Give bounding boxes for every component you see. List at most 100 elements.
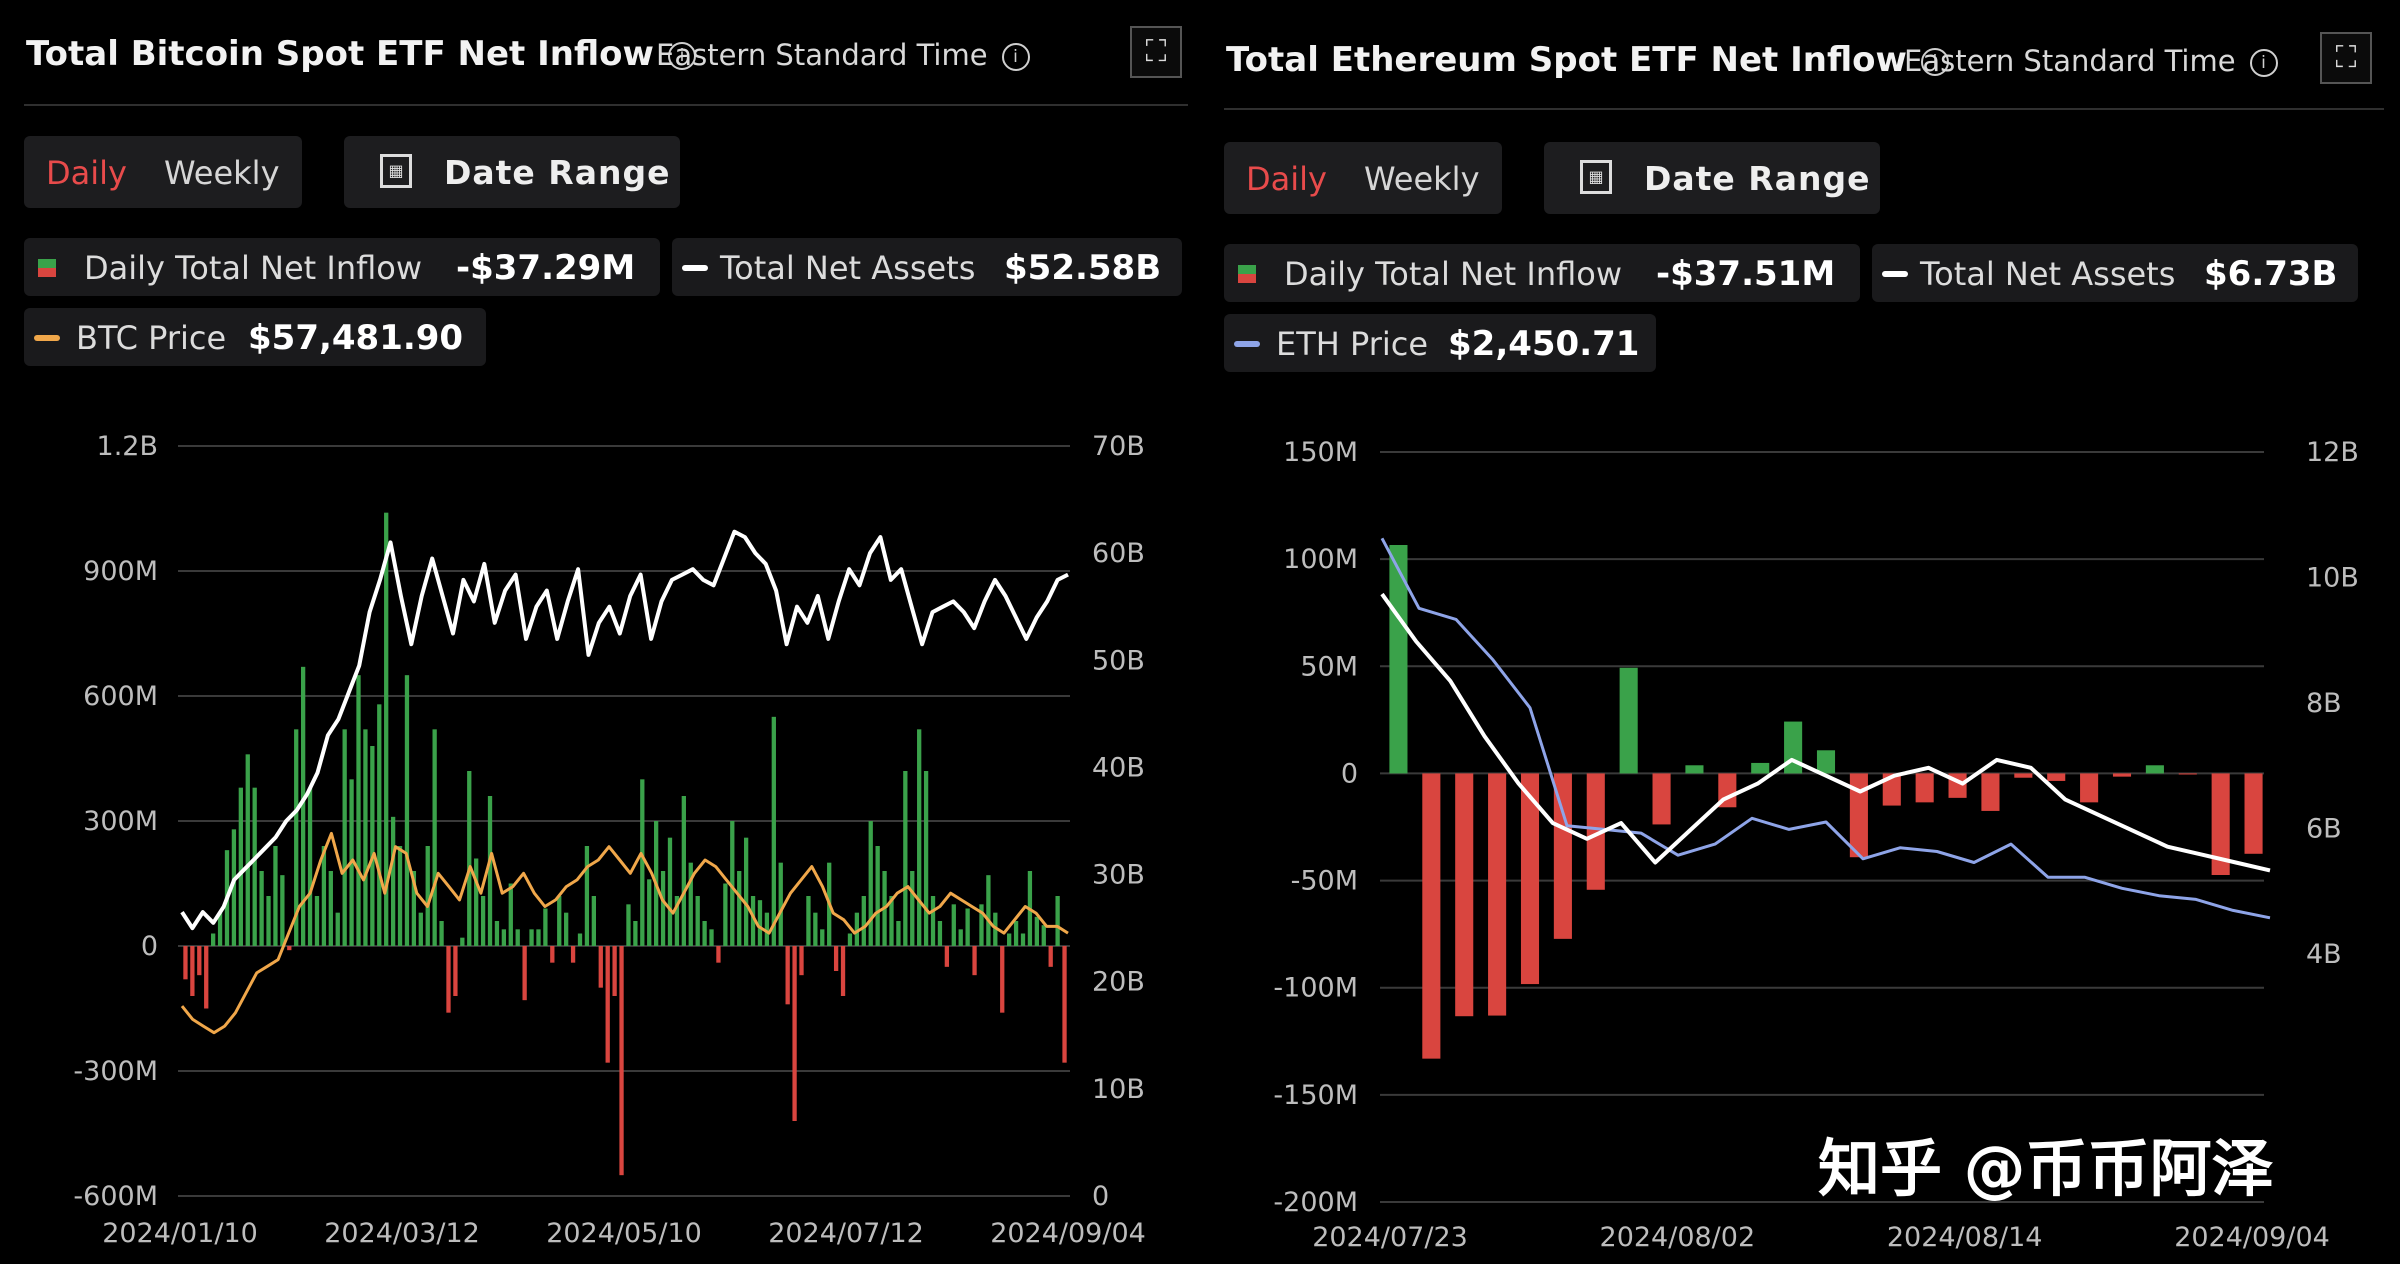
flow-bar <box>522 946 527 1001</box>
flow-bar <box>536 929 541 946</box>
flow-bar <box>647 879 652 946</box>
flow-bar <box>460 937 465 946</box>
flow-bar <box>1020 933 1026 946</box>
flow-bar <box>681 796 686 946</box>
flow-bar <box>1048 946 1053 967</box>
flow-bar <box>557 896 562 946</box>
flow-bar <box>868 821 873 946</box>
flow-bar <box>543 908 548 946</box>
flow-bar <box>1034 916 1039 946</box>
flow-bar <box>605 946 610 1063</box>
flow-bar <box>2112 773 2132 777</box>
y-right-tick-label: 50B <box>1092 645 1145 676</box>
flow-bar <box>183 946 188 980</box>
flow-bar <box>958 929 963 946</box>
flow-bar <box>432 729 437 946</box>
flow-bar <box>570 946 576 963</box>
flow-bar <box>1981 773 2000 811</box>
y-right-tick-label: 60B <box>1092 538 1145 569</box>
flow-bar <box>1455 773 1474 1017</box>
flow-bar <box>1915 773 1934 803</box>
x-tick-label: 2024/09/04 <box>990 1218 1146 1249</box>
y-left-tick-label: -50M <box>1291 866 1358 897</box>
flow-bar <box>785 946 790 1005</box>
flow-bar <box>2047 773 2066 781</box>
flow-bar <box>508 883 513 946</box>
flow-bar <box>660 871 666 946</box>
btc-panel: Total Bitcoin Spot ETF Net Inflow i Easte… <box>0 0 1200 1264</box>
flow-bar <box>903 771 908 946</box>
flow-bar <box>577 933 583 946</box>
flow-bar <box>861 896 866 946</box>
flow-bar <box>840 946 846 996</box>
flow-bar <box>771 716 776 946</box>
y-left-tick-label: 600M <box>83 681 158 712</box>
x-tick-label: 2024/07/23 <box>1312 1222 1468 1253</box>
flow-bar <box>2178 773 2197 775</box>
flow-bar <box>743 837 749 946</box>
x-tick-label: 2024/07/12 <box>768 1218 924 1249</box>
y-right-tick-label: 0 <box>1092 1181 1109 1212</box>
flow-bar <box>252 787 257 946</box>
flow-bar <box>951 904 956 946</box>
flow-bar <box>1652 773 1671 825</box>
flow-bar <box>612 946 617 996</box>
flow-bar <box>619 946 624 1176</box>
flow-bar <box>453 946 458 996</box>
flow-bar <box>923 771 929 946</box>
y-left-tick-label: 100M <box>1283 544 1358 575</box>
flow-bar <box>307 787 313 946</box>
x-tick-label: 2024/03/12 <box>324 1218 480 1249</box>
flow-bar <box>363 729 368 946</box>
flow-bar <box>2080 773 2099 803</box>
flow-bar <box>598 946 603 988</box>
flow-bar <box>474 858 479 946</box>
flow-bar <box>335 912 340 946</box>
flow-bar <box>917 729 922 946</box>
x-tick-label: 2024/08/14 <box>1887 1222 2043 1253</box>
flow-bar <box>896 921 901 946</box>
flow-bar <box>1422 773 1441 1059</box>
flow-bar <box>439 921 444 946</box>
x-tick-label: 2024/05/10 <box>546 1218 702 1249</box>
flow-bar <box>467 771 472 946</box>
flow-bar <box>529 929 534 946</box>
flow-bar <box>1062 946 1067 1063</box>
flow-bar <box>418 912 423 946</box>
flow-bar <box>197 946 202 976</box>
flow-bar <box>397 846 403 946</box>
flow-bar <box>702 921 707 946</box>
flow-bar <box>273 846 278 946</box>
flow-bar <box>287 946 292 951</box>
y-left-tick-label: -600M <box>73 1181 158 1212</box>
y-left-tick-label: 150M <box>1283 437 1358 468</box>
flow-bar <box>211 933 216 946</box>
flow-bar <box>2244 773 2263 854</box>
flow-bar <box>813 912 818 946</box>
flow-bar <box>515 929 520 946</box>
flow-bar <box>425 846 430 946</box>
flow-bar <box>875 846 880 946</box>
flow-bar <box>190 946 195 996</box>
eth-price-line <box>1380 537 2271 920</box>
btc-chart: 1.2B 900M 600M 300M 0 -300M -600M 70B 60B 50B 40B 3… <box>73 431 1146 1249</box>
y-right-tick-label: 10B <box>2306 563 2359 594</box>
flow-bar <box>633 921 638 946</box>
flow-bar <box>1055 896 1060 946</box>
flow-bar <box>1000 946 1005 1013</box>
flow-bar <box>370 746 375 946</box>
flow-bar <box>314 896 320 946</box>
flow-bar <box>591 896 596 946</box>
flow-bar <box>266 896 271 946</box>
flow-bar <box>1816 750 1836 774</box>
y-left-tick-label: 50M <box>1300 651 1358 682</box>
flow-bar <box>356 675 361 946</box>
flow-bar <box>1619 667 1638 774</box>
flow-bar <box>2014 773 2033 778</box>
flow-bar <box>487 796 493 946</box>
flow-bar <box>709 929 714 946</box>
flow-bar <box>799 946 804 976</box>
flow-bar <box>321 846 327 946</box>
flow-bar <box>501 929 507 946</box>
flow-bar <box>716 946 721 963</box>
